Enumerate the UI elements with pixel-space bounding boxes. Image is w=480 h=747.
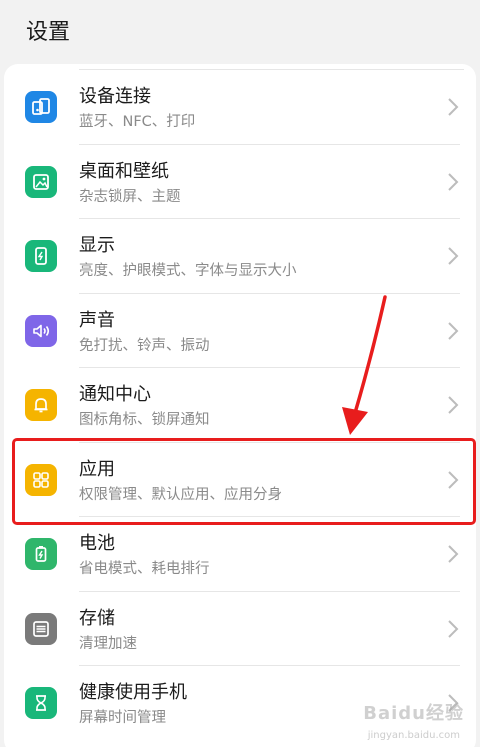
hourglass-icon: [25, 687, 57, 719]
chevron-right-icon: [448, 98, 459, 116]
item-subtitle: 蓝牙、NFC、打印: [79, 114, 196, 130]
bell-icon: [25, 389, 57, 421]
chevron-right-icon: [448, 321, 459, 340]
item-subtitle: 清理加速: [79, 635, 137, 652]
settings-item-notification[interactable]: 通知中心 图标角标、锁屏通知: [4, 368, 476, 443]
chevron-right-icon: [448, 619, 459, 638]
item-subtitle: 图标角标、锁屏通知: [79, 412, 210, 428]
settings-item-apps[interactable]: 应用 权限管理、默认应用、应用分身: [4, 443, 476, 517]
item-title: 存储: [79, 607, 115, 629]
battery-icon: [25, 538, 57, 570]
item-title: 显示: [79, 235, 115, 256]
chevron-right-icon: [448, 396, 459, 414]
settings-header: 设置: [0, 0, 480, 60]
item-subtitle: 杂志锁屏、主题: [79, 188, 181, 205]
settings-item-device-connection[interactable]: 设备连接 蓝牙、NFC、打印: [4, 70, 476, 145]
item-subtitle: 权限管理、默认应用、应用分身: [79, 486, 282, 503]
settings-item-wallpaper[interactable]: 桌面和壁纸 杂志锁屏、主题: [4, 145, 476, 219]
display-icon: [25, 240, 57, 272]
chevron-right-icon: [448, 470, 459, 489]
item-title: 应用: [79, 458, 115, 480]
item-title: 设备连接: [79, 86, 151, 107]
item-title: 桌面和壁纸: [79, 160, 169, 182]
settings-item-storage[interactable]: 存储 清理加速: [4, 592, 476, 666]
settings-item-battery[interactable]: 电池 省电模式、耗电排行: [4, 517, 476, 592]
item-title: 电池: [79, 533, 115, 554]
watermark-logo: Baidu经验: [363, 703, 464, 724]
item-title: 声音: [79, 309, 115, 331]
settings-item-display[interactable]: 显示 亮度、护眼模式、字体与显示大小: [4, 219, 476, 294]
settings-list: 设备连接 蓝牙、NFC、打印 桌面和壁纸 杂志锁屏、主题 显示 亮度、护眼模式、…: [4, 70, 476, 741]
device-connection-icon: [25, 91, 57, 123]
item-title: 通知中心: [79, 384, 151, 405]
chevron-right-icon: [448, 545, 459, 563]
chevron-right-icon: [448, 247, 459, 265]
apps-grid-icon: [25, 463, 57, 496]
chevron-right-icon: [448, 172, 459, 191]
sound-icon: [25, 314, 57, 347]
item-subtitle: 免打扰、铃声、振动: [79, 337, 210, 354]
watermark-url: jingyan.baidu.com: [367, 730, 460, 741]
storage-icon: [25, 612, 57, 645]
item-subtitle: 亮度、护眼模式、字体与显示大小: [79, 263, 297, 279]
item-subtitle: 省电模式、耗电排行: [79, 561, 210, 577]
page-title: 设置: [26, 20, 71, 45]
settings-item-sound[interactable]: 声音 免打扰、铃声、振动: [4, 294, 476, 368]
wallpaper-icon: [25, 165, 57, 198]
